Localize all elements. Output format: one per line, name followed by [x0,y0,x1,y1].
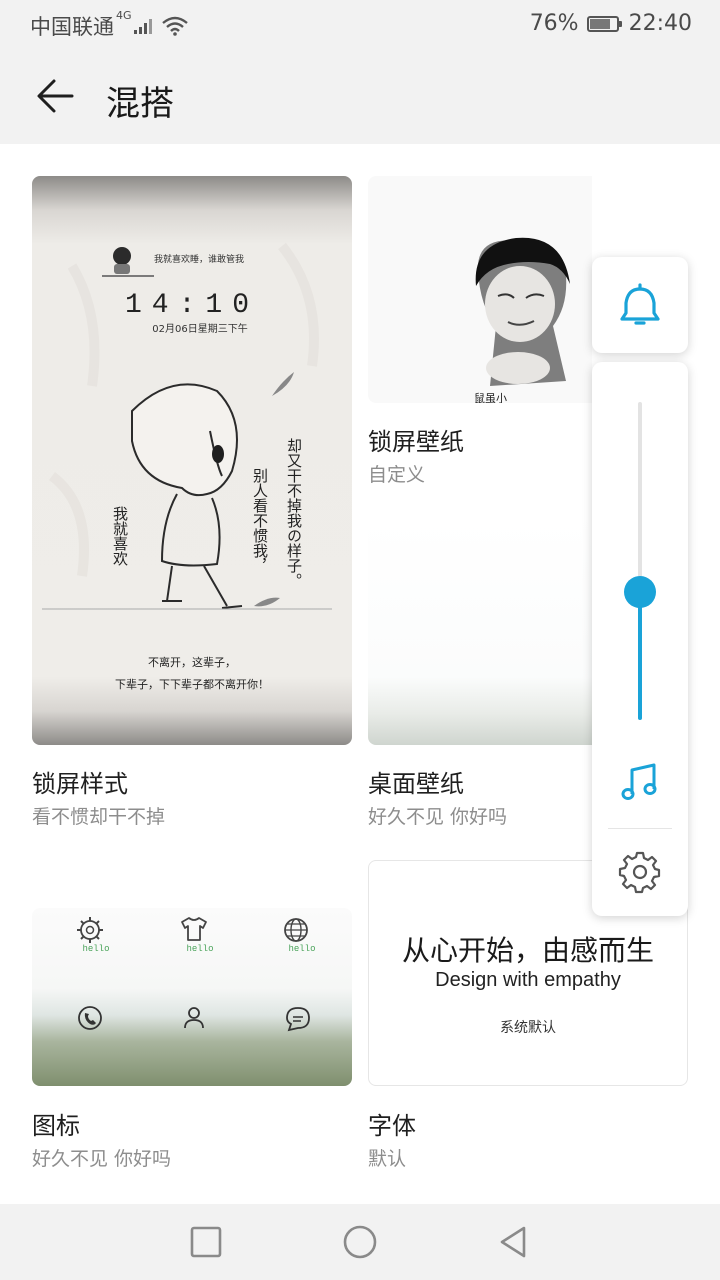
desktop-wallpaper-thumbnail[interactable] [368,518,592,745]
network-type: 4G [116,9,132,22]
lock-style-thumbnail[interactable]: 我就喜欢睡，谁敢管我 14:10 02月06日星期三下午 却又干不掉我の样子。 … [32,176,352,745]
lock-date: 02月06日星期三下午 [152,322,247,335]
card-subtitle: 自定义 [368,464,426,486]
wifi-icon [161,16,188,36]
arrow-left-icon [37,79,74,113]
ringer-mode-button[interactable] [592,257,688,353]
icon-hello-label: hello [288,944,315,954]
phone-icon [78,1006,102,1030]
hooded-figure-illustration [131,383,243,609]
lock-clock: 14:10 [125,290,259,321]
media-volume-button[interactable] [616,758,664,806]
shirt-icon [181,917,207,941]
app-header: 混搭 [0,50,720,144]
status-right: 76% 22:40 [530,11,692,36]
font-default-label: 系统默认 [500,1020,556,1036]
leaf-icon [254,597,280,607]
volume-slider-thumb[interactable] [624,576,656,608]
lock-bottom-line-1: 不离开，这辈子， [148,655,236,669]
volume-panel [592,362,688,916]
person-icon [184,1007,204,1029]
icon-hello-label: hello [186,944,213,954]
card-subtitle: 好久不见 你好吗 [368,806,508,828]
globe-icon [284,918,308,942]
card-subtitle: 默认 [368,1148,407,1170]
battery-icon [586,15,622,32]
mini-character-icon [102,247,154,277]
card-title: 锁屏样式 [32,770,128,798]
lock-vertical-text-1: 却又干不掉我の样子。 [285,438,303,588]
back-triangle-icon [500,1226,526,1258]
lock-style-preview: 我就喜欢睡，谁敢管我 14:10 02月06日星期三下午 却又干不掉我の样子。 … [42,242,332,691]
sound-settings-button[interactable] [618,850,662,894]
status-left: 中国联通 4G [30,9,189,41]
card-title: 字体 [368,1112,416,1140]
card-subtitle: 看不惯却干不掉 [32,806,166,828]
icons-thumbnail[interactable]: hello hello hello [32,908,352,1086]
meme-character-image: 鼠虽小 [474,237,570,403]
font-headline: 从心开始，由感而生 [401,934,654,967]
carrier-label: 中国联通 [30,15,114,39]
home-icon [343,1225,377,1259]
lock-vertical-text-3: 我就喜欢 [111,506,129,566]
lock-bottom-line-2: 下辈子，下下辈子都不离开你！ [115,677,269,691]
recent-apps-button[interactable] [186,1222,226,1262]
clock: 22:40 [628,11,692,36]
gear-icon [618,851,661,894]
nav-back-button[interactable] [494,1222,534,1262]
volume-track[interactable] [638,402,642,592]
status-bar: 中国联通 4G 76% 22:40 [0,0,720,50]
lock-vertical-text-2: 别人看不惯我， [251,468,269,573]
card-title: 桌面壁纸 [368,770,464,798]
icon-preview-grid: hello hello hello [77,917,316,1032]
battery-percent: 76% [529,11,579,36]
recent-apps-icon [190,1226,222,1258]
home-button[interactable] [340,1222,380,1262]
page-title: 混搭 [106,84,174,124]
card-title: 锁屏壁纸 [368,428,464,456]
leaf-icon [272,372,294,396]
svg-text:鼠虽小: 鼠虽小 [474,391,507,403]
icon-hello-label: hello [82,944,109,954]
system-nav-bar [0,1204,720,1280]
signal-icon [133,19,152,34]
card-subtitle: 好久不见 你好吗 [32,1148,172,1170]
font-tagline: Design with empathy [435,969,621,991]
lock-top-caption: 我就喜欢睡，谁敢管我 [154,253,244,265]
bell-icon [620,283,660,325]
lock-wallpaper-thumbnail[interactable]: 鼠虽小 [368,176,592,403]
gear-icon [77,917,103,943]
volume-divider [608,828,672,829]
volume-track-fill [638,592,642,720]
music-note-icon [621,763,657,800]
back-button[interactable] [32,72,80,120]
message-icon [286,1007,310,1032]
card-title: 图标 [32,1112,80,1140]
